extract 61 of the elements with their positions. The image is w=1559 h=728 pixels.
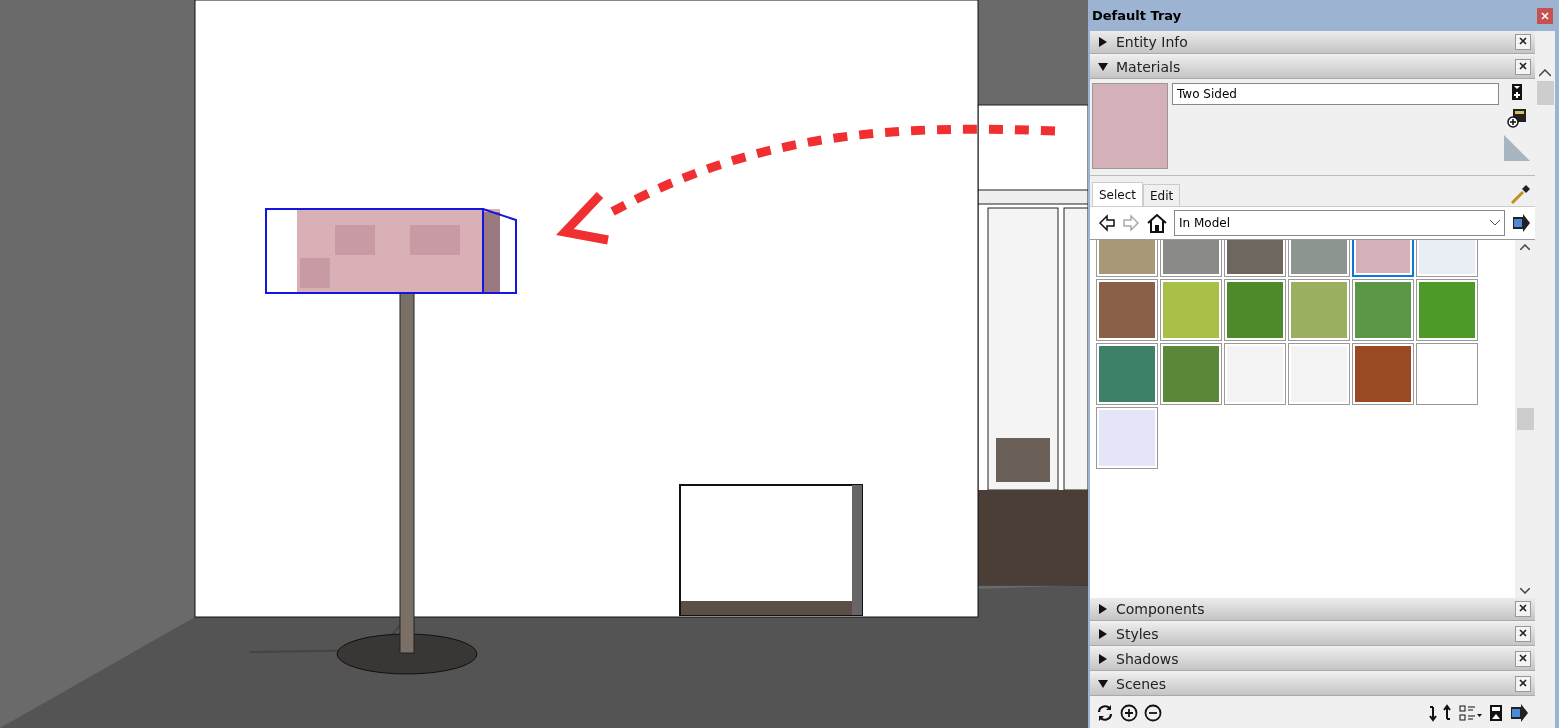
material-swatch[interactable] — [1352, 343, 1414, 405]
panel-header[interactable]: Components — [1090, 598, 1535, 621]
material-swatch[interactable] — [1160, 279, 1222, 341]
material-swatch[interactable] — [1416, 279, 1478, 341]
panel-toggle-icon[interactable] — [1489, 704, 1503, 722]
panel-header[interactable]: Shadows — [1090, 648, 1535, 671]
material-swatch[interactable] — [1096, 343, 1158, 405]
material-swatch[interactable] — [1160, 343, 1222, 405]
close-icon — [1519, 604, 1527, 612]
eyedropper-icon[interactable] — [1509, 184, 1531, 206]
close-icon — [1519, 679, 1527, 687]
close-icon — [1519, 629, 1527, 637]
home-icon[interactable] — [1146, 213, 1168, 233]
chevron-down-icon — [1490, 220, 1500, 226]
scroll-down-icon[interactable] — [1520, 588, 1530, 594]
scrollbar-thumb[interactable] — [1536, 81, 1554, 105]
panel-title: Materials — [1116, 59, 1182, 75]
panel-header[interactable]: Styles — [1090, 623, 1535, 646]
scroll-up-icon[interactable] — [1520, 244, 1530, 250]
tab[interactable]: Edit — [1143, 184, 1181, 206]
material-swatch[interactable] — [1288, 279, 1350, 341]
close-icon — [1519, 62, 1527, 70]
close-button[interactable] — [1515, 651, 1531, 667]
close-button[interactable] — [1515, 676, 1531, 692]
close-button[interactable] — [1515, 601, 1531, 617]
panel-header[interactable]: Materials — [1090, 56, 1535, 79]
panel-header[interactable]: Entity Info — [1090, 31, 1535, 54]
tab[interactable]: Select — [1092, 182, 1144, 206]
close-icon — [1519, 654, 1527, 662]
refresh-icon[interactable] — [1096, 704, 1114, 722]
close-button[interactable] — [1515, 626, 1531, 642]
details-arrow-icon[interactable] — [1509, 703, 1529, 723]
panel-header[interactable]: Scenes — [1090, 673, 1535, 696]
panel-title: Entity Info — [1116, 34, 1189, 50]
material-swatch[interactable] — [1224, 279, 1286, 341]
material-swatch[interactable] — [1288, 343, 1350, 405]
move-down-icon[interactable] — [1427, 704, 1437, 722]
back-arrow-icon[interactable] — [1098, 214, 1116, 232]
material-swatch[interactable] — [1096, 407, 1158, 469]
material-swatch[interactable] — [1224, 343, 1286, 405]
close-button[interactable] — [1515, 34, 1531, 50]
list-view-icon[interactable] — [1459, 704, 1483, 722]
move-up-icon[interactable] — [1443, 704, 1453, 722]
add-icon[interactable] — [1120, 704, 1138, 722]
panel-title: Styles — [1116, 626, 1160, 642]
close-icon — [1541, 11, 1549, 20]
scrollbar-thumb[interactable] — [1516, 408, 1534, 430]
panel-title: Shadows — [1116, 651, 1180, 667]
panel-title: Components — [1116, 601, 1206, 617]
collection-dropdown[interactable]: In Model — [1174, 210, 1505, 236]
tray-title: Default Tray — [1092, 8, 1182, 23]
material-name-field[interactable]: Two Sided — [1172, 83, 1499, 105]
remove-icon[interactable] — [1144, 704, 1162, 722]
close-icon — [1519, 37, 1527, 45]
panel-title: Scenes — [1116, 676, 1167, 692]
material-swatch[interactable] — [1096, 279, 1158, 341]
scroll-up-icon[interactable] — [1539, 69, 1551, 77]
material-swatch[interactable] — [1416, 343, 1478, 405]
close-button[interactable] — [1515, 59, 1531, 75]
material-swatch[interactable] — [1352, 279, 1414, 341]
details-arrow-icon[interactable] — [1511, 213, 1531, 233]
